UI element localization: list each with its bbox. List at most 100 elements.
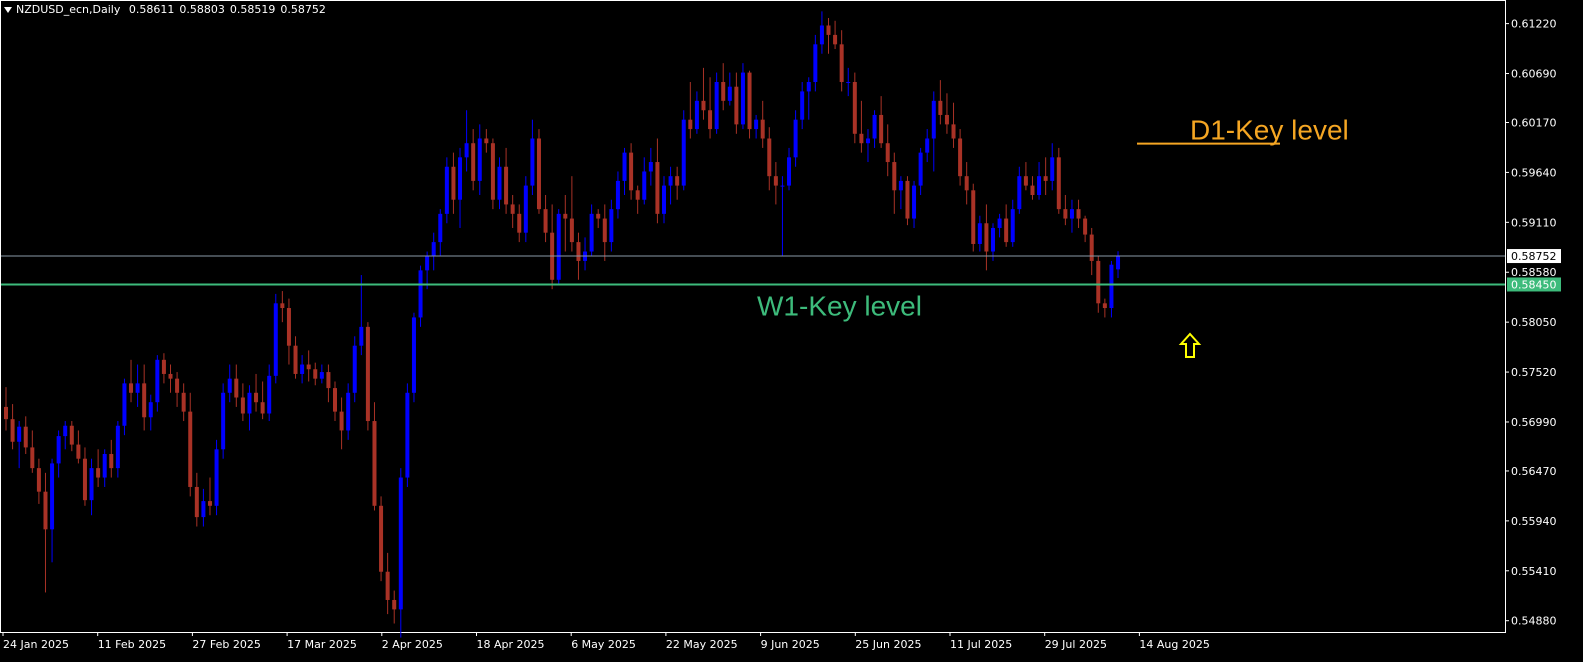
candle-body xyxy=(36,468,41,492)
candle-body xyxy=(951,124,956,139)
time-tick-label: 17 Mar 2025 xyxy=(287,638,357,651)
candle-body xyxy=(708,110,713,130)
candle-body xyxy=(543,209,548,233)
close-value: 0.58752 xyxy=(280,3,326,16)
candle-body xyxy=(148,402,153,418)
candle-body xyxy=(82,458,87,501)
candle-body xyxy=(642,171,647,200)
chart-header: NZDUSD_ecn,Daily 0.58611 0.58803 0.58519 0.… xyxy=(4,3,331,16)
candle-body xyxy=(69,425,74,445)
candle-body xyxy=(477,138,482,181)
high-value: 0.58803 xyxy=(179,3,225,16)
candle-body xyxy=(688,119,693,130)
candle-body xyxy=(536,138,541,210)
candle-body xyxy=(50,463,55,530)
candle-body xyxy=(865,138,870,144)
price-tick-label: 0.60690 xyxy=(1511,68,1557,81)
candle-body xyxy=(109,454,114,469)
candle-body xyxy=(418,270,423,318)
candle-body xyxy=(339,411,344,431)
candle-body xyxy=(780,185,785,187)
candle-body xyxy=(504,166,509,205)
candle-body xyxy=(379,505,384,572)
candle-body xyxy=(648,162,653,172)
candle-body xyxy=(833,34,838,45)
candle-body xyxy=(556,213,561,280)
candle-body xyxy=(142,383,147,418)
candle-body xyxy=(846,81,851,83)
candle-body xyxy=(4,406,8,420)
current-price-tag-label: 0.58752 xyxy=(1511,250,1557,263)
candle-body xyxy=(760,119,765,139)
candle-body xyxy=(1037,176,1042,196)
candle-body xyxy=(1102,303,1107,309)
candle-body xyxy=(155,359,160,403)
candle-body xyxy=(767,138,772,177)
candle-body xyxy=(359,326,364,346)
price-tick-label: 0.57520 xyxy=(1511,366,1557,379)
candle-body xyxy=(635,190,640,200)
candle-body xyxy=(589,213,594,252)
candle-body xyxy=(115,425,120,469)
candle-body xyxy=(905,180,910,219)
candle-body xyxy=(411,317,416,393)
candle-body xyxy=(56,436,61,464)
candle-body xyxy=(458,157,463,200)
price-chart[interactable]: W1-Key level D1-Key level 0.61220 0.60690 0… xyxy=(0,0,1583,662)
candle-body xyxy=(701,100,706,111)
time-tick-label: 9 Jun 2025 xyxy=(761,638,820,651)
candle-body xyxy=(326,372,331,389)
candle-body xyxy=(76,444,81,459)
time-tick-label: 22 May 2025 xyxy=(666,638,738,651)
candle-body xyxy=(523,185,528,233)
candle-body xyxy=(740,72,745,125)
candle-body xyxy=(405,392,410,478)
candle-body xyxy=(464,143,469,158)
price-tick-label: 0.58580 xyxy=(1511,266,1557,279)
candle-body xyxy=(655,162,660,214)
candle-body xyxy=(471,143,476,181)
candle-body xyxy=(175,378,180,393)
candle-body xyxy=(333,388,337,412)
candle-body xyxy=(747,72,752,130)
candle-body xyxy=(346,392,351,431)
candle-body xyxy=(773,176,778,186)
candle-body xyxy=(300,364,305,374)
candle-body xyxy=(286,308,291,346)
candle-body xyxy=(622,152,627,181)
candle-body xyxy=(89,468,94,501)
candle-body xyxy=(971,190,976,244)
candle-body xyxy=(800,91,805,120)
candle-body xyxy=(372,421,377,506)
candle-body xyxy=(1083,218,1088,235)
candle-body xyxy=(135,383,140,393)
candle-body xyxy=(1030,185,1035,196)
candle-body xyxy=(438,213,443,243)
w1-key-level-label: W1-Key level xyxy=(757,290,922,321)
candle-body xyxy=(43,491,48,530)
candle-body xyxy=(1069,209,1074,219)
candle-body xyxy=(10,419,15,442)
time-tick-label: 27 Feb 2025 xyxy=(192,638,260,651)
candle-body xyxy=(662,185,666,214)
candle-body xyxy=(30,447,35,469)
candle-body xyxy=(352,345,357,393)
candle-body xyxy=(227,378,232,393)
candle-body xyxy=(1043,176,1048,181)
candle-body xyxy=(497,166,502,200)
price-tick-label: 0.61220 xyxy=(1511,18,1557,31)
candle-body xyxy=(444,166,449,214)
candle-body xyxy=(254,392,259,403)
candle-body xyxy=(306,364,311,370)
chart-menu-triangle-icon[interactable] xyxy=(4,7,12,13)
candle-body xyxy=(991,227,995,252)
candle-body xyxy=(964,176,969,191)
candle-body xyxy=(563,213,568,219)
candle-body xyxy=(392,599,397,610)
candle-body xyxy=(425,256,430,271)
candle-body xyxy=(260,402,265,414)
candle-body xyxy=(221,392,226,450)
candle-body xyxy=(240,397,245,414)
candle-body xyxy=(1063,209,1068,219)
candle-body xyxy=(721,81,726,101)
